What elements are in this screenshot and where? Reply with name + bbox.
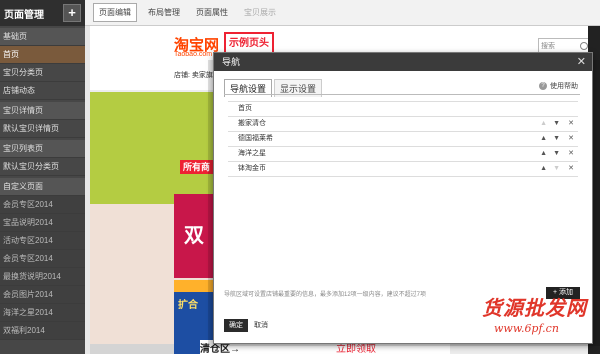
nav-item-list: 首页搬家清仓 ▲ ▼ ✕ 德国福莱希 ▲ ▼ ✕ 海洋之星 ▲ ▼ ✕ 钵淘金币 ▲ ▼ ✕ [228,101,578,177]
nav-row: 搬家清仓 ▲ ▼ ✕ [228,117,578,132]
sidebar-page-item[interactable]: 默认宝贝分类页 [0,158,85,176]
taobao-logo-sub: Taobao.com [174,51,213,58]
move-down-icon[interactable]: ▼ [553,132,560,146]
sidebar-page-item[interactable]: 双福利2014 [0,322,85,340]
sidebar-page-item[interactable]: 海洋之星2014 [0,304,85,322]
sidebar-header: 页面管理 + [0,0,85,26]
nav-item-label: 德国福莱希 [238,135,273,142]
sidebar-page-item[interactable]: 店铺动态 [0,82,85,100]
confirm-button[interactable]: 确定 [224,319,248,332]
watermark-url: www.6pf.cn [494,322,559,335]
nav-hint-text: 导航区域可设置店铺最重要的信息，最多添加12项一级内容，建议不超过7项 [224,292,427,298]
sidebar-group-header[interactable]: 宝贝列表页 [0,140,85,158]
move-up-icon[interactable]: ▲ [540,132,547,146]
nav-row: 海洋之星 ▲ ▼ ✕ [228,147,578,162]
move-up-icon[interactable]: ▲ [540,162,547,176]
dialog-title-bar: 导航 ✕ [214,53,592,71]
sidebar-group-header[interactable]: 基础页 [0,28,85,46]
delete-icon[interactable]: ✕ [568,162,574,176]
delete-icon[interactable]: ✕ [568,117,574,131]
help-icon: ? [539,82,547,90]
search-placeholder: 搜索 [541,43,555,50]
dialog-title: 导航 [222,57,241,67]
nav-item-label: 搬家清仓 [238,120,266,127]
move-down-icon[interactable]: ▼ [553,147,560,161]
tab-page-edit[interactable]: 页面编辑 [93,3,137,22]
top-toolbar: 页面编辑 布局管理 页面属性 宝贝展示 [85,0,600,26]
sidebar-page-item[interactable]: 活动专区2014 [0,232,85,250]
sidebar-page-item[interactable]: 最换货说明2014 [0,268,85,286]
add-page-button[interactable]: + [63,4,81,22]
sidebar-page-item[interactable]: 宝贝分类页 [0,64,85,82]
sidebar-page-list: 基础页 首页 宝贝分类页 店铺动态宝贝详情页 默认宝贝详情页 宝贝列表页 默认宝贝分类页 自定… [0,28,85,340]
sidebar-page-item[interactable]: 会员专区2014 [0,196,85,214]
move-up-icon[interactable]: ▲ [540,147,547,161]
help-label: 使用帮助 [550,83,578,90]
cancel-button[interactable]: 取消 [254,319,268,332]
nav-item-label: 钵淘金币 [238,165,266,172]
tab-layout[interactable]: 布局管理 [143,4,185,21]
tab-page-properties[interactable]: 页面属性 [191,4,233,21]
delete-icon[interactable]: ✕ [568,147,574,161]
sidebar-page-item[interactable]: 会员图片2014 [0,286,85,304]
nav-row: 德国福莱希 ▲ ▼ ✕ [228,132,578,147]
move-up-icon: ▲ [540,120,547,127]
search-icon [580,42,588,50]
sidebar-page-item[interactable]: 宝品说明2014 [0,214,85,232]
sidebar-page-item[interactable]: 首页 [0,46,85,64]
sidebar-page-item[interactable]: 会员专区2014 [0,250,85,268]
nav-row: 钵淘金币 ▲ ▼ ✕ [228,162,578,177]
nav-item-label: 首页 [238,105,252,112]
move-down-icon: ▼ [553,165,560,172]
sidebar-group-header[interactable]: 自定义页面 [0,178,85,196]
delete-icon[interactable]: ✕ [568,132,574,146]
sidebar-page-item[interactable]: 默认宝贝详情页 [0,120,85,138]
watermark-title: 货源批发网 [482,296,587,320]
sidebar-group-header[interactable]: 宝贝详情页 [0,102,85,120]
nav-row: 首页 [228,102,578,117]
sidebar-title: 页面管理 [4,9,44,21]
move-down-icon[interactable]: ▼ [553,117,560,131]
help-link[interactable]: ? 使用帮助 [539,81,578,91]
tab-item-display: 宝贝展示 [244,8,276,17]
sidebar: 页面管理 + 基础页 首页 宝贝分类页 店铺动态宝贝详情页 默认宝贝详情页 宝贝列表页 默认… [0,0,85,354]
close-icon[interactable]: ✕ [577,53,586,71]
nav-item-label: 海洋之星 [238,150,266,157]
tab-divider [224,94,580,95]
